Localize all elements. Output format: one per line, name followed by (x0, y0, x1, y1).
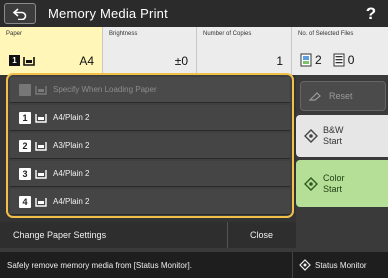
start-diamond-icon (304, 129, 318, 143)
help-button[interactable]: ? (354, 0, 388, 27)
brightness-setting-cell[interactable]: Brightness ±0 (103, 27, 197, 75)
status-message: Safely remove memory media from [Status … (7, 261, 192, 270)
back-button[interactable] (4, 3, 36, 24)
paper-tray-icon (35, 197, 47, 207)
paper-option-label: A4/Plain 2 (53, 169, 90, 178)
back-arrow-icon (12, 7, 27, 20)
selected-files-label: No. of Selected Files (298, 31, 354, 37)
paper-label: Paper (6, 31, 23, 37)
bw-start-button[interactable]: B&W Start (296, 115, 388, 157)
tray-number-icon: 1 (9, 55, 20, 66)
action-panel: Reset B&W Start Color Start (296, 75, 388, 248)
copies-setting-cell[interactable]: Number of Copies 1 (197, 27, 292, 75)
paper-option-tray-1[interactable]: 1 A4/Plain 2 (10, 105, 290, 131)
paper-tray-icon (23, 56, 35, 66)
paper-tray-icon (35, 169, 47, 179)
bw-start-label: B&W Start (323, 125, 344, 146)
paper-option-tray-2[interactable]: 2 A3/Plain 2 (10, 133, 290, 159)
copies-value: 1 (276, 54, 283, 68)
change-paper-settings-button[interactable]: Change Paper Settings (0, 222, 226, 248)
dropdown-footer: Change Paper Settings Close (0, 222, 296, 248)
status-bar: Safely remove memory media from [Status … (0, 252, 388, 278)
color-start-button[interactable]: Color Start (296, 160, 388, 207)
paper-option-label: A4/Plain 2 (53, 113, 90, 122)
paper-option-specify-when-loading: Specify When Loading Paper (10, 77, 290, 103)
paper-size-value: A4 (79, 54, 94, 68)
multipurpose-tray-icon (19, 83, 31, 96)
start-diamond-icon (304, 176, 318, 191)
tray-number-icon: 2 (19, 139, 31, 152)
paper-option-label: A4/Plain 2 (53, 197, 90, 206)
document-file-icon (333, 53, 345, 67)
reset-label: Reset (329, 91, 353, 101)
brightness-label: Brightness (109, 31, 138, 37)
image-file-icon (300, 53, 312, 67)
document-file-count: 0 (347, 53, 355, 67)
selected-files-cell: No. of Selected Files 2 0 (292, 27, 388, 75)
image-file-count: 2 (315, 53, 322, 67)
tray-number-icon: 1 (19, 111, 31, 124)
status-monitor-label: Status Monitor (315, 260, 367, 270)
page-title: Memory Media Print (48, 6, 168, 21)
tray-number-icon: 4 (19, 195, 31, 208)
paper-tray-icon (35, 85, 47, 95)
paper-setting-cell[interactable]: Paper 1 A4 (0, 27, 103, 75)
close-button[interactable]: Close (227, 222, 295, 248)
copies-label: Number of Copies (203, 31, 252, 37)
status-monitor-icon (299, 259, 311, 271)
paper-tray-icon (35, 141, 47, 151)
title-bar: Memory Media Print ? (0, 0, 388, 27)
status-monitor-button[interactable]: Status Monitor (292, 252, 388, 278)
settings-summary-row: Paper 1 A4 Brightness ±0 Number of Copie… (0, 27, 388, 75)
reset-button[interactable]: Reset (300, 81, 386, 111)
color-start-label: Color Start (323, 172, 345, 194)
paper-option-label: Specify When Loading Paper (53, 85, 157, 94)
paper-option-tray-4[interactable]: 4 A4/Plain 2 (10, 189, 290, 215)
paper-option-tray-3[interactable]: 3 A4/Plain 2 (10, 161, 290, 187)
paper-source-dropdown: Specify When Loading Paper 1 A4/Plain 2 … (6, 73, 294, 218)
tray-number-icon: 3 (19, 167, 31, 180)
paper-option-label: A3/Plain 2 (53, 141, 90, 150)
paper-tray-icon (35, 113, 47, 123)
brightness-value: ±0 (174, 54, 188, 68)
reset-icon (309, 92, 321, 101)
